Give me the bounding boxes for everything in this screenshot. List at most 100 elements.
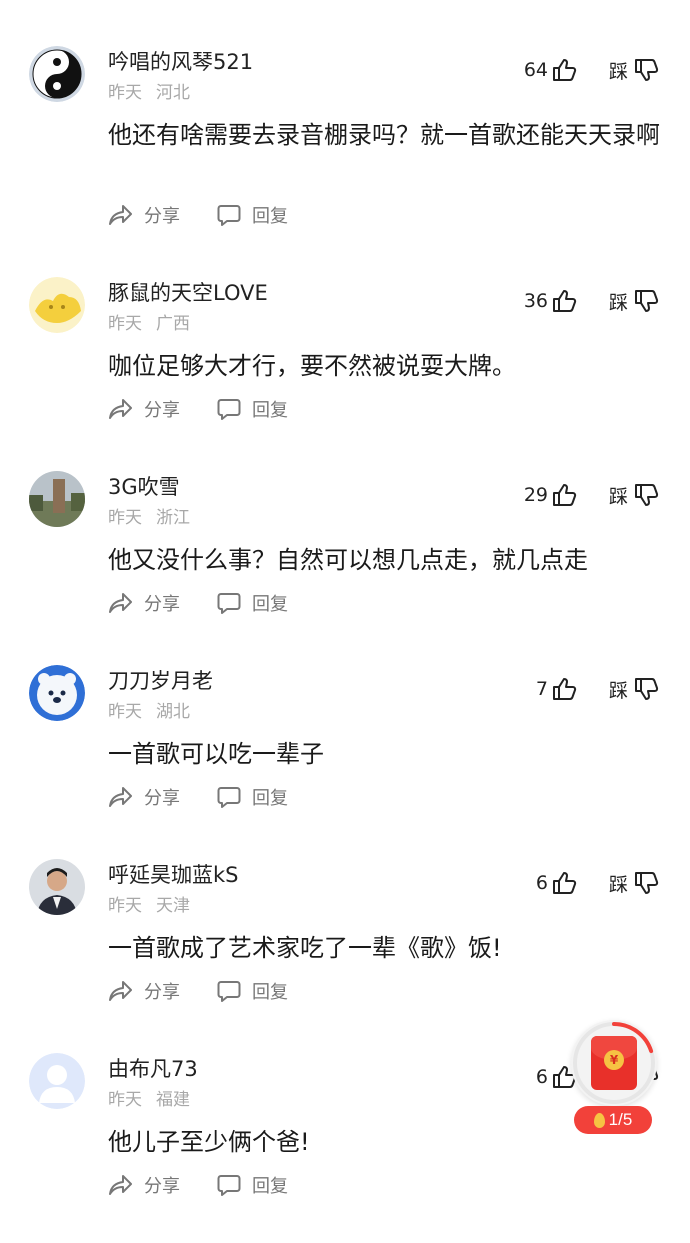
avatar[interactable] xyxy=(29,471,85,527)
like-button[interactable]: 64 xyxy=(524,56,578,84)
share-label: 分享 xyxy=(144,594,180,615)
reply-button[interactable]: 回复 xyxy=(216,202,288,228)
like-button[interactable]: 7 xyxy=(536,675,578,703)
username[interactable]: 刀刀岁月老 xyxy=(108,665,213,695)
username[interactable]: 呼延昊珈蓝kS xyxy=(108,859,239,889)
timestamp: 昨天 xyxy=(108,508,142,528)
thumbs-up-icon xyxy=(553,872,577,894)
share-button[interactable]: 分享 xyxy=(108,396,180,422)
like-count: 36 xyxy=(523,290,548,312)
thumbs-up-icon xyxy=(553,484,577,506)
comment-actions: 分享 回复 xyxy=(108,978,288,1004)
comment-actions: 分享 回复 xyxy=(108,590,288,616)
share-icon xyxy=(109,787,132,807)
username[interactable]: 3G吹雪 xyxy=(108,471,180,501)
thumbs-down-icon xyxy=(635,59,659,81)
red-packet-reward-button[interactable]: ¥ xyxy=(571,1020,657,1106)
share-button[interactable]: 分享 xyxy=(108,978,180,1004)
comment-text: 咖位足够大才行，要不然被说耍大牌。 xyxy=(108,352,516,380)
comment-item: 3G吹雪 昨天 浙江 29 踩 他又没什么事？自然可以想几点走，就几点走 分享 回… xyxy=(0,425,690,619)
like-button[interactable]: 29 xyxy=(524,481,578,509)
share-button[interactable]: 分享 xyxy=(108,590,180,616)
comment-meta: 昨天 河北 xyxy=(108,78,190,103)
dislike-button[interactable]: 踩 xyxy=(609,869,660,897)
timestamp: 昨天 xyxy=(108,896,142,916)
comment-meta: 昨天 浙江 xyxy=(108,503,190,528)
dislike-button[interactable]: 踩 xyxy=(609,287,660,315)
avatar[interactable] xyxy=(29,859,85,915)
region: 福建 xyxy=(156,1090,190,1110)
reply-icon xyxy=(217,205,241,226)
dislike-button[interactable]: 踩 xyxy=(609,56,660,84)
timestamp: 昨天 xyxy=(108,83,142,103)
reply-label: 回复 xyxy=(252,594,288,615)
yuan-coin-icon: ¥ xyxy=(604,1050,624,1070)
thumbs-down-icon xyxy=(635,678,659,700)
dislike-label: 踩 xyxy=(608,485,628,508)
man-in-suit-avatar-icon xyxy=(29,859,85,915)
avatar[interactable] xyxy=(29,46,85,102)
like-count: 7 xyxy=(535,678,548,700)
like-count: 6 xyxy=(535,1066,548,1088)
dislike-label: 踩 xyxy=(608,60,628,83)
avatar[interactable] xyxy=(29,1053,85,1109)
comment-item: 刀刀岁月老 昨天 湖北 7 踩 一首歌可以吃一辈子 分享 回复 xyxy=(0,619,690,813)
comment-text: 一首歌成了艺术家吃了一辈《歌》饭! xyxy=(108,934,502,962)
comment-actions: 分享 回复 xyxy=(108,396,288,422)
share-label: 分享 xyxy=(144,1176,180,1197)
share-icon xyxy=(109,399,132,419)
dislike-button[interactable]: 踩 xyxy=(609,675,660,703)
comment-meta: 昨天 福建 xyxy=(108,1085,190,1110)
default-user-avatar-icon xyxy=(29,1053,85,1109)
comment-actions: 分享 回复 xyxy=(108,202,288,228)
username[interactable]: 由布凡73 xyxy=(108,1053,198,1083)
dislike-button[interactable]: 踩 xyxy=(609,481,660,509)
share-label: 分享 xyxy=(144,400,180,421)
username[interactable]: 吟唱的风琴521 xyxy=(108,46,253,76)
share-button[interactable]: 分享 xyxy=(108,784,180,810)
avatar[interactable] xyxy=(29,277,85,333)
share-button[interactable]: 分享 xyxy=(108,1172,180,1198)
share-icon xyxy=(109,205,132,225)
avatar[interactable] xyxy=(29,665,85,721)
share-label: 分享 xyxy=(144,788,180,809)
share-icon xyxy=(109,1175,132,1195)
reply-icon xyxy=(217,593,241,614)
reply-label: 回复 xyxy=(252,206,288,227)
region: 河北 xyxy=(156,83,190,103)
share-icon xyxy=(109,981,132,1001)
comment-meta: 昨天 天津 xyxy=(108,891,190,916)
reply-button[interactable]: 回复 xyxy=(216,784,288,810)
reply-label: 回复 xyxy=(252,788,288,809)
like-count: 6 xyxy=(535,872,548,894)
thumbs-down-icon xyxy=(635,484,659,506)
comment-item: 豚鼠的天空LOVE 昨天 广西 36 踩 咖位足够大才行，要不然被说耍大牌。 分享… xyxy=(0,231,690,425)
comment-meta: 昨天 湖北 xyxy=(108,697,190,722)
reply-button[interactable]: 回复 xyxy=(216,978,288,1004)
comment-item: 吟唱的风琴521 昨天 河北 64 踩 他还有啥需要去录音棚录吗？就一首歌还能天天… xyxy=(0,0,690,227)
reply-button[interactable]: 回复 xyxy=(216,396,288,422)
yellow-blob-avatar-icon xyxy=(29,277,85,333)
reply-button[interactable]: 回复 xyxy=(216,590,288,616)
thumbs-down-icon xyxy=(635,872,659,894)
thumbs-up-icon xyxy=(553,59,577,81)
like-button[interactable]: 6 xyxy=(536,869,578,897)
reply-icon xyxy=(217,787,241,808)
reward-progress-badge[interactable]: 1/5 xyxy=(574,1106,652,1134)
reply-button[interactable]: 回复 xyxy=(216,1172,288,1198)
yin-yang-avatar-icon xyxy=(29,46,85,102)
share-label: 分享 xyxy=(144,206,180,227)
share-label: 分享 xyxy=(144,982,180,1003)
reply-label: 回复 xyxy=(252,1176,288,1197)
region: 浙江 xyxy=(156,508,190,528)
dislike-label: 踩 xyxy=(608,873,628,896)
username[interactable]: 豚鼠的天空LOVE xyxy=(108,277,268,307)
thumbs-up-icon xyxy=(553,678,577,700)
like-button[interactable]: 36 xyxy=(524,287,578,315)
comment-text: 一首歌可以吃一辈子 xyxy=(108,740,324,768)
reply-icon xyxy=(217,1175,241,1196)
share-button[interactable]: 分享 xyxy=(108,202,180,228)
comment-actions: 分享 回复 xyxy=(108,784,288,810)
region: 湖北 xyxy=(156,702,190,722)
comment-item: 呼延昊珈蓝kS 昨天 天津 6 踩 一首歌成了艺术家吃了一辈《歌》饭! 分享 回复 xyxy=(0,813,690,1007)
